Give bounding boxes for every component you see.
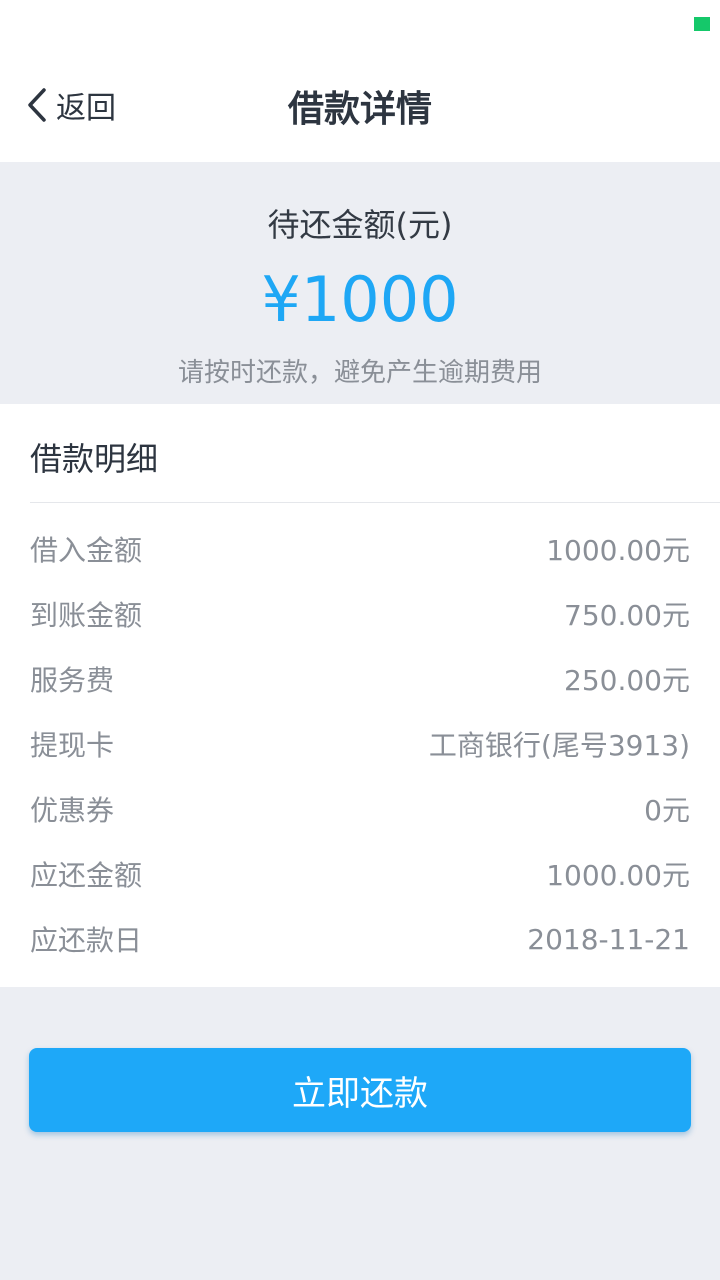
row-value: 1000.00元 [546, 859, 690, 892]
repayment-reminder: 请按时还款，避免产生逾期费用 [177, 358, 542, 388]
row-label: 服务费 [30, 664, 115, 697]
detail-row-service-fee: 服务费 250.00元 [30, 659, 690, 699]
row-value: 0元 [644, 794, 690, 827]
page-title: 借款详情 [287, 89, 432, 130]
row-label: 应还金额 [30, 859, 143, 892]
loan-detail-title: 借款明细 [30, 440, 159, 478]
status-bar [0, 0, 720, 50]
row-label: 提现卡 [30, 729, 115, 762]
row-label: 优惠券 [30, 794, 115, 827]
pending-amount-label: 待还金额(元) [267, 206, 453, 244]
row-label: 借入金额 [30, 534, 143, 567]
detail-row-withdraw-card: 提现卡 工商银行(尾号3913) [30, 724, 690, 764]
row-label: 到账金额 [30, 599, 143, 632]
row-value: 工商银行(尾号3913) [428, 729, 690, 762]
repayment-summary: 待还金额(元) ¥1000 请按时还款，避免产生逾期费用 [0, 162, 720, 404]
row-value: 250.00元 [564, 664, 690, 697]
detail-row-received-amount: 到账金额 750.00元 [30, 594, 690, 634]
detail-row-due-date: 应还款日 2018-11-21 [30, 919, 690, 959]
detail-row-borrowed-amount: 借入金额 1000.00元 [30, 529, 690, 569]
loan-detail-card: 借款明细 借入金额 1000.00元 到账金额 750.00元 服务费 250.… [0, 404, 720, 987]
repay-now-button[interactable]: 立即还款 [29, 1048, 691, 1132]
status-indicator-icon [694, 17, 710, 31]
navigation-bar: 返回 借款详情 [0, 50, 720, 162]
row-value: 1000.00元 [546, 534, 690, 567]
row-value: 2018-11-21 [527, 922, 690, 956]
row-value: 750.00元 [564, 599, 690, 632]
divider [30, 502, 720, 503]
row-label: 应还款日 [30, 924, 143, 957]
detail-row-due-amount: 应还金额 1000.00元 [30, 854, 690, 894]
pending-amount-value: ¥1000 [261, 263, 459, 336]
detail-row-coupon: 优惠券 0元 [30, 789, 690, 829]
